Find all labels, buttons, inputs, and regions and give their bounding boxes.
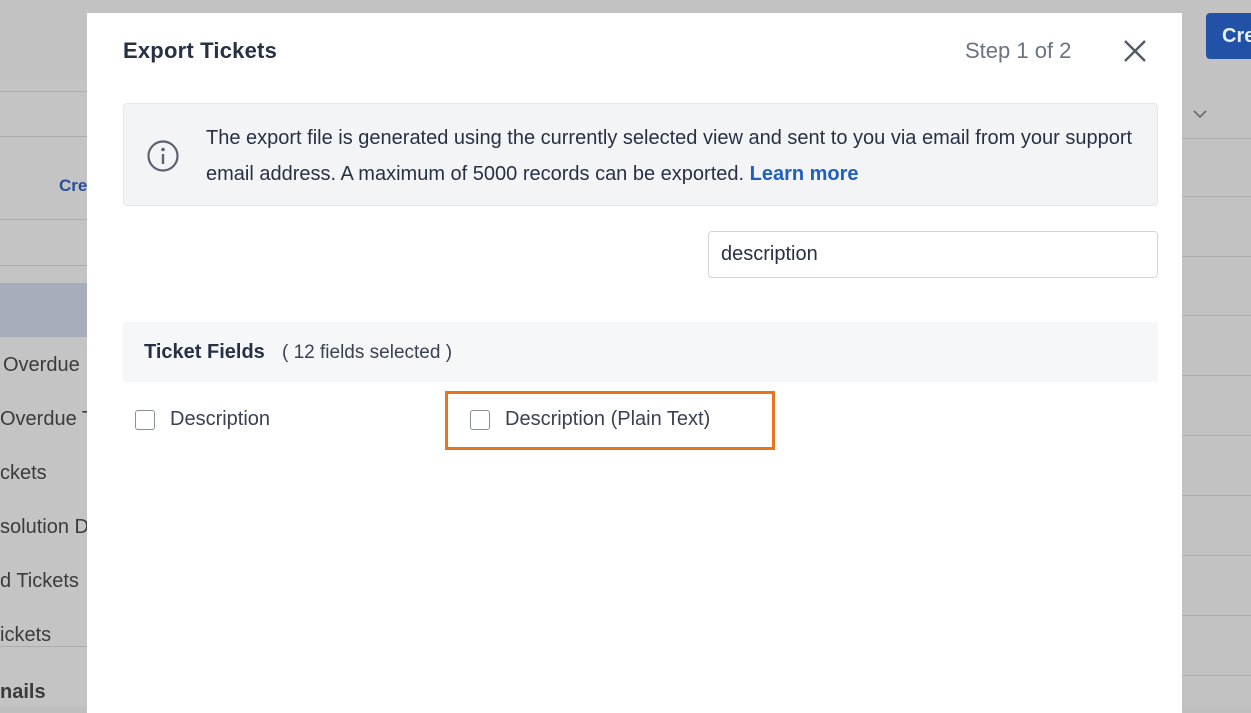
close-icon[interactable] [1121, 37, 1149, 65]
background-divider [1182, 615, 1251, 616]
chevron-down-icon[interactable] [1190, 104, 1210, 124]
info-banner: The export file is generated using the c… [123, 103, 1158, 206]
field-option-description[interactable]: Description [135, 408, 270, 431]
info-message: The export file is generated using the c… [206, 127, 1133, 185]
export-tickets-modal: Export Tickets Step 1 of 2 The export fi… [87, 13, 1182, 713]
background-divider [1182, 555, 1251, 556]
background-sidebar-create-link[interactable]: Cre [59, 176, 87, 196]
background-sidebar-selected [0, 283, 88, 337]
field-search-input[interactable] [708, 231, 1158, 278]
info-text: The export file is generated using the c… [206, 120, 1136, 192]
background-sidebar-item[interactable]: d Tickets [0, 570, 79, 593]
checkbox[interactable] [135, 409, 155, 430]
background-divider [1182, 138, 1251, 139]
background-sidebar [0, 80, 88, 706]
learn-more-link[interactable]: Learn more [750, 163, 859, 185]
background-right-panel [1182, 80, 1251, 706]
background-divider [0, 91, 88, 92]
background-divider [1182, 435, 1251, 436]
background-sidebar-item[interactable]: ickets [0, 624, 51, 647]
background-sidebar-item[interactable]: solution D [0, 516, 89, 539]
background-divider [0, 265, 88, 266]
fields-selected-count: ( 12 fields selected ) [282, 342, 453, 363]
background-create-button[interactable]: Cre [1206, 13, 1251, 59]
background-sidebar-item[interactable]: Overdue [3, 354, 80, 377]
background-divider [1182, 256, 1251, 257]
background-divider [0, 646, 88, 647]
background-divider [1182, 495, 1251, 496]
background-divider [0, 219, 88, 220]
ticket-fields-title: Ticket Fields [144, 341, 265, 363]
background-divider [1182, 675, 1251, 676]
field-label: Description [170, 408, 271, 430]
step-indicator: Step 1 of 2 [965, 38, 1072, 63]
background-divider [1182, 315, 1251, 316]
ticket-fields-header: Ticket Fields ( 12 fields selected ) [123, 322, 1158, 382]
background-sidebar-heading: nails [0, 681, 46, 703]
highlight-annotation [445, 391, 775, 450]
background-sidebar-item[interactable]: ckets [0, 462, 47, 485]
background-divider [0, 136, 88, 137]
modal-title: Export Tickets [123, 38, 278, 63]
background-divider [1182, 375, 1251, 376]
background-divider [1182, 196, 1251, 197]
background-sidebar-item[interactable]: Overdue T [0, 408, 94, 431]
info-icon [147, 140, 179, 172]
